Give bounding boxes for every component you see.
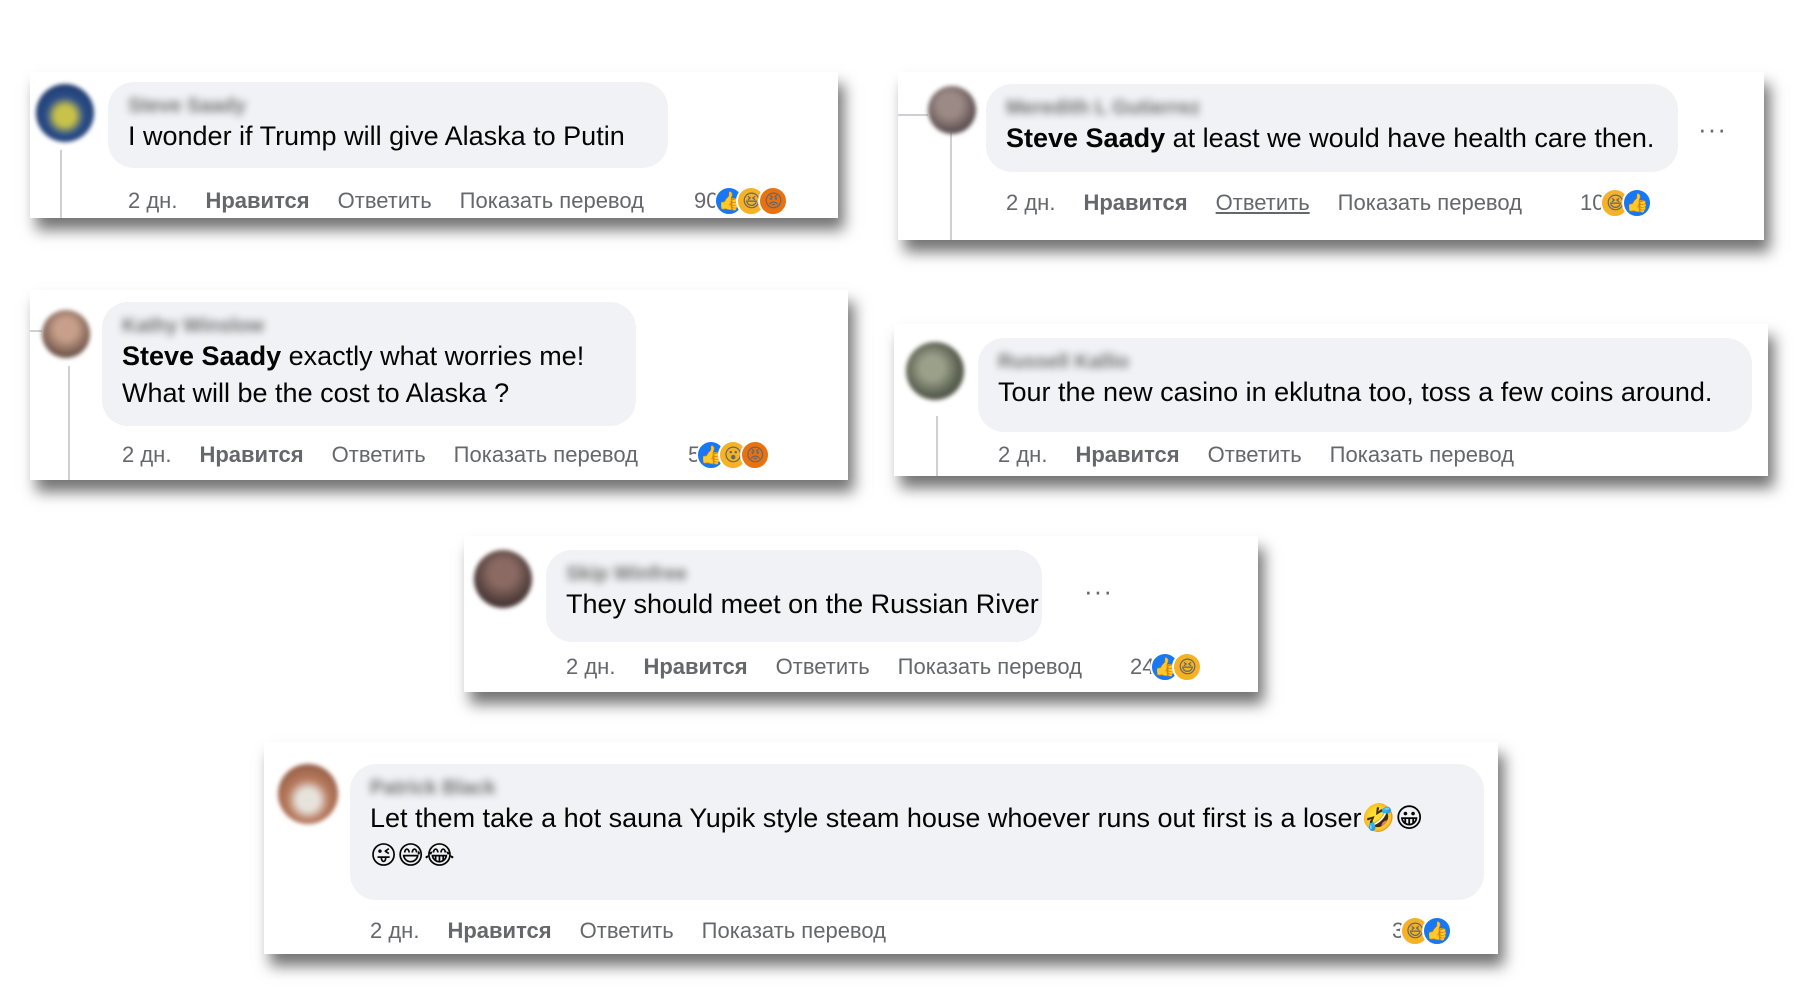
like-icon: 👍	[1622, 188, 1653, 218]
show-translation-button[interactable]: Показать перевод	[454, 442, 638, 468]
avatar[interactable]	[36, 84, 94, 142]
show-translation-button[interactable]: Показать перевод	[460, 188, 644, 214]
show-translation-button[interactable]: Показать перевод	[1338, 190, 1522, 216]
comment-text: Steve Saady exactly what worries me!	[122, 338, 616, 375]
comment-author[interactable]: Skip Winfree	[566, 562, 1022, 586]
like-icon: 👍	[1422, 916, 1453, 946]
comment-card-4: Russell Kallio Tour the new casino in ek…	[894, 324, 1768, 476]
like-button[interactable]: Нравится	[205, 188, 309, 214]
comment-time[interactable]: 2 дн.	[128, 188, 177, 214]
more-options-icon[interactable]: ···	[1698, 114, 1727, 145]
comment-author[interactable]: Russell Kallio	[998, 350, 1732, 374]
angry-icon: 😡	[758, 186, 789, 216]
comment-bubble: Meredith L Gutierrez Steve Saady at leas…	[986, 84, 1678, 172]
thread-line	[936, 416, 938, 476]
avatar[interactable]	[928, 86, 976, 134]
comment-time[interactable]: 2 дн.	[1006, 190, 1055, 216]
comment-text: Tour the new casino in eklutna too, toss…	[998, 377, 1713, 407]
comment-bubble: Patrick Black Let them take a hot sauna …	[350, 764, 1484, 900]
like-button[interactable]: Нравится	[643, 654, 747, 680]
mention-link[interactable]: Steve Saady	[1006, 123, 1165, 153]
comment-time[interactable]: 2 дн.	[122, 442, 171, 468]
reactions-summary[interactable]: 90 👍 😆 😡	[694, 186, 789, 216]
comment-author[interactable]: Meredith L Gutierrez	[1006, 96, 1658, 120]
show-translation-button[interactable]: Показать перевод	[702, 918, 886, 944]
reply-button[interactable]: Ответить	[338, 188, 432, 214]
avatar[interactable]	[278, 764, 338, 824]
thread-line	[60, 150, 62, 218]
comment-bubble: Kathy Winslow Steve Saady exactly what w…	[102, 302, 636, 426]
comment-time[interactable]: 2 дн.	[998, 442, 1047, 468]
comment-actions: 2 дн. Нравится Ответить Показать перевод	[1006, 190, 1550, 216]
avatar[interactable]	[42, 310, 90, 358]
reactions-summary[interactable]: 5 👍 😮 😡	[688, 440, 771, 470]
angry-icon: 😡	[740, 440, 771, 470]
thread-line	[68, 366, 70, 480]
thread-connector	[30, 330, 42, 332]
comment-text: Let them take a hot sauna Yupik style st…	[370, 803, 1424, 833]
comment-text: They should meet on the Russian River	[566, 589, 1039, 619]
comment-card-2: Meredith L Gutierrez Steve Saady at leas…	[898, 72, 1764, 240]
comment-author[interactable]: Patrick Black	[370, 776, 1464, 800]
avatar[interactable]	[906, 342, 964, 400]
comment-actions: 2 дн. Нравится Ответить Показать перевод	[566, 654, 1110, 680]
comment-bubble: Skip Winfree They should meet on the Rus…	[546, 550, 1042, 642]
comment-author[interactable]: Kathy Winslow	[122, 314, 616, 338]
reply-button[interactable]: Ответить	[332, 442, 426, 468]
comment-time[interactable]: 2 дн.	[370, 918, 419, 944]
reactions-summary[interactable]: 3 😆 👍	[1392, 916, 1453, 946]
comment-text-line-2: What will be the cost to Alaska ?	[122, 378, 510, 408]
like-button[interactable]: Нравится	[1083, 190, 1187, 216]
reply-button[interactable]: Ответить	[580, 918, 674, 944]
thread-connector	[898, 114, 928, 116]
haha-icon: 😆	[1172, 652, 1203, 682]
comment-emoji-line: 😜😅😂	[370, 840, 455, 870]
comment-actions: 2 дн. Нравится Ответить Показать перевод	[998, 442, 1542, 468]
comment-card-5: Skip Winfree They should meet on the Rus…	[464, 536, 1258, 692]
comment-bubble: Russell Kallio Tour the new casino in ek…	[978, 338, 1752, 432]
like-button[interactable]: Нравится	[199, 442, 303, 468]
like-button[interactable]: Нравится	[1075, 442, 1179, 468]
avatar[interactable]	[474, 550, 532, 608]
comment-actions: 2 дн. Нравится Ответить Показать перевод	[128, 188, 672, 214]
thread-line	[950, 132, 952, 240]
reply-button[interactable]: Ответить	[776, 654, 870, 680]
reactions-summary[interactable]: 10 😆 👍	[1580, 188, 1653, 218]
comment-actions: 2 дн. Нравится Ответить Показать перевод	[370, 918, 914, 944]
more-options-icon[interactable]: ···	[1084, 576, 1113, 607]
comment-card-6: Patrick Black Let them take a hot sauna …	[264, 742, 1498, 954]
show-translation-button[interactable]: Показать перевод	[898, 654, 1082, 680]
show-translation-button[interactable]: Показать перевод	[1330, 442, 1514, 468]
comment-bubble: Steve Saady I wonder if Trump will give …	[108, 82, 668, 168]
reply-button[interactable]: Ответить	[1216, 190, 1310, 216]
comment-text: Steve Saady at least we would have healt…	[1006, 120, 1658, 157]
comment-time[interactable]: 2 дн.	[566, 654, 615, 680]
comment-card-3: Kathy Winslow Steve Saady exactly what w…	[30, 290, 848, 480]
comment-text-body: at least we would have health care then.	[1165, 123, 1655, 153]
mention-link[interactable]: Steve Saady	[122, 341, 281, 371]
like-button[interactable]: Нравится	[447, 918, 551, 944]
reply-button[interactable]: Ответить	[1208, 442, 1302, 468]
comment-author[interactable]: Steve Saady	[128, 94, 648, 118]
comment-card-1: Steve Saady I wonder if Trump will give …	[30, 72, 838, 218]
comment-text-body: exactly what worries me!	[281, 341, 585, 371]
comment-text: I wonder if Trump will give Alaska to Pu…	[128, 121, 625, 151]
comment-actions: 2 дн. Нравится Ответить Показать перевод	[122, 442, 666, 468]
reactions-summary[interactable]: 24 👍 😆	[1130, 652, 1203, 682]
